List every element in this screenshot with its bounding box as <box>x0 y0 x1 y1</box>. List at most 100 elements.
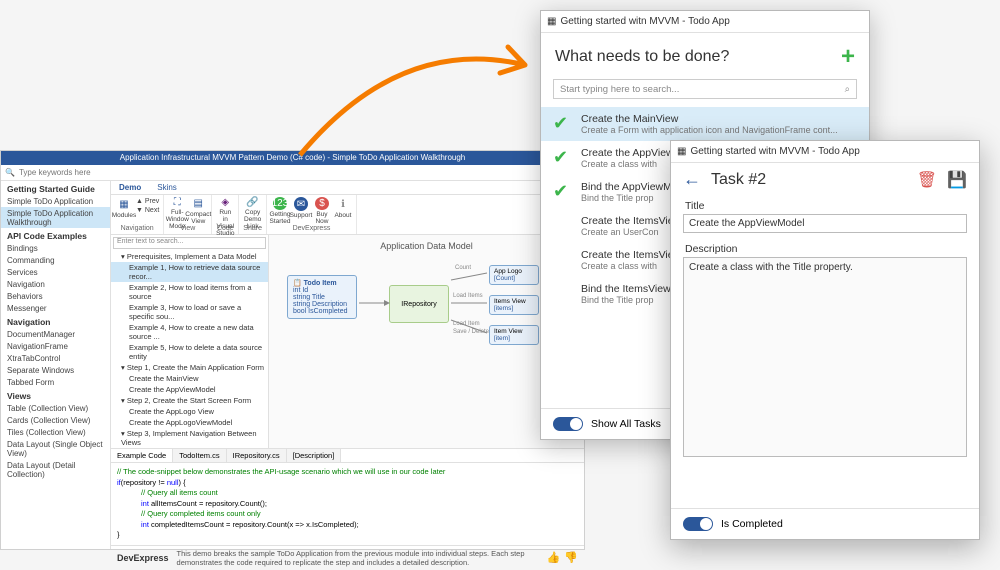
ribbon-tab-demo[interactable]: Demo <box>111 181 149 194</box>
sidebar-item[interactable]: XtraTabControl <box>1 352 110 364</box>
sidebar-item[interactable]: Separate Windows <box>1 364 110 376</box>
back-button[interactable]: ← <box>683 169 701 190</box>
delete-icon[interactable]: 🗑 <box>917 170 937 190</box>
thumbs-up-icon[interactable]: 👍 <box>547 551 561 564</box>
task-title: Bind the AppViewM <box>581 181 672 193</box>
completed-label: Is Completed <box>721 518 783 530</box>
sidebar-item[interactable]: Simple ToDo Application <box>1 195 110 207</box>
app-icon: ▦ <box>547 16 556 27</box>
sidebar-h4: Views <box>1 388 110 402</box>
tree-group[interactable]: ▾ Step 2, Create the Start Screen Form <box>111 395 268 406</box>
task-title: Create the AppView <box>581 147 674 159</box>
code-tabs: Example Code TodoItem.cs IRepository.cs … <box>111 448 584 463</box>
sidebar-h3: Navigation <box>1 314 110 328</box>
code-tab[interactable]: IRepository.cs <box>227 449 287 462</box>
tree-group[interactable]: ▾ Step 3, Implement Navigation Between V… <box>111 428 268 448</box>
code-editor[interactable]: // The code-snippet below demonstrates t… <box>111 463 584 545</box>
compact-button[interactable]: ▤Compact View <box>189 197 207 225</box>
tree-item[interactable]: Create the AppViewModel <box>111 384 268 395</box>
ribbon-group-label: Navigation <box>115 225 159 232</box>
task-desc: Create a class with <box>581 261 674 271</box>
tree-item[interactable]: Example 5, How to delete a data source e… <box>111 342 268 362</box>
task-row[interactable]: ✔ Create the MainView Create a Form with… <box>541 107 869 141</box>
support-button[interactable]: ✉Support <box>292 197 310 225</box>
edge-label: Load Items <box>453 293 483 299</box>
sidebar-item[interactable]: Tabbed Form <box>1 376 110 388</box>
ide-window: Application Infrastructural MVVM Pattern… <box>0 150 585 550</box>
tree-item[interactable]: Create the AppLogo View <box>111 406 268 417</box>
completed-toggle[interactable] <box>683 517 713 531</box>
check-icon: ✔ <box>553 147 573 168</box>
buy-button[interactable]: $Buy Now <box>313 197 331 225</box>
tree-search[interactable]: Enter text to search... <box>113 237 266 249</box>
todo2-footer: Is Completed <box>671 508 979 539</box>
sidebar-item[interactable]: Navigation <box>1 278 110 290</box>
ribbon-tab-skins[interactable]: Skins <box>149 181 185 194</box>
prev-button[interactable]: ▲ Prev <box>136 197 159 206</box>
save-icon[interactable]: 💾 <box>947 170 967 190</box>
sidebar-item[interactable]: Data Layout (Single Object View) <box>1 438 110 459</box>
tree-group[interactable]: ▾ Step 1, Create the Main Application Fo… <box>111 362 268 373</box>
task-title: Create the ItemsVie <box>581 249 674 261</box>
sidebar-item[interactable]: Commanding <box>1 254 110 266</box>
code-tab[interactable]: TodoItem.cs <box>173 449 226 462</box>
sidebar-item[interactable]: Bindings <box>1 242 110 254</box>
todo-search[interactable]: Start typing here to search... ⌕ <box>553 79 857 99</box>
about-button[interactable]: ℹAbout <box>334 197 352 225</box>
tree-item-selected[interactable]: Example 1, How to retrieve data source r… <box>111 262 268 282</box>
tree-item[interactable]: Example 3, How to load or save a specifi… <box>111 302 268 322</box>
sidebar-item[interactable]: Table (Collection View) <box>1 402 110 414</box>
sidebar-item[interactable]: Cards (Collection View) <box>1 414 110 426</box>
next-button[interactable]: ▼ Next <box>136 206 159 215</box>
task-desc: Create a Form with application icon and … <box>581 125 838 135</box>
sidebar-item[interactable]: NavigationFrame <box>1 340 110 352</box>
showall-label: Show All Tasks <box>591 418 661 430</box>
sidebar-item[interactable]: Messenger <box>1 302 110 314</box>
code-tab[interactable]: Example Code <box>111 449 173 462</box>
todo-heading: What needs to be done? <box>555 48 729 66</box>
example-tree: Enter text to search... ▾ Prerequisites,… <box>111 235 269 448</box>
task-detail-window: ▦ Getting started witn MVVM - Todo App ←… <box>670 140 980 540</box>
code-tab[interactable]: [Description] <box>287 449 342 462</box>
showall-toggle[interactable] <box>553 417 583 431</box>
fullwindow-button[interactable]: ⛶Full-Window Mode <box>168 197 186 225</box>
tree-item[interactable]: Create the AppLogoViewModel <box>111 417 268 428</box>
diagram-todo-box: 📋 Todo Item int Id string Title string D… <box>287 275 357 319</box>
tree-item[interactable]: Example 4, How to create a new data sour… <box>111 322 268 342</box>
sidebar-item[interactable]: Behaviors <box>1 290 110 302</box>
tree-group[interactable]: ▾ Prerequisites, Implement a Data Model <box>111 251 268 262</box>
diagram-items-box: Items View[items] <box>489 295 539 315</box>
sidebar-item[interactable]: DocumentManager <box>1 328 110 340</box>
search-icon: 🔍 <box>5 168 15 177</box>
ribbon-group-label: Code <box>216 225 234 232</box>
todo2-title: Getting started witn MVVM - Todo App <box>690 146 859 157</box>
sidebar-h1: Getting Started Guide <box>1 181 110 195</box>
title-input[interactable]: Create the AppViewModel <box>683 214 967 233</box>
edge-label: Count <box>455 265 471 271</box>
edge-label: Load Item <box>453 321 480 327</box>
task-title: Create the ItemsVie <box>581 215 674 227</box>
add-task-button[interactable]: + <box>841 43 855 71</box>
task-title: Create the MainView <box>581 113 838 125</box>
footer-text: This demo breaks the sample ToDo Applica… <box>177 549 539 567</box>
modules-button[interactable]: ▦Modules <box>115 197 133 225</box>
runvs-button[interactable]: ◈Run in Visual Studio <box>216 197 234 225</box>
getting-started-button[interactable]: 123Getting Started <box>271 197 289 225</box>
diagram-canvas: Application Data Model 📋 Todo Item int I… <box>269 235 584 448</box>
ide-search-input[interactable] <box>19 168 580 177</box>
ribbon-group-label: Share <box>243 225 262 232</box>
copylink-button[interactable]: 🔗Copy Demo Link <box>244 197 262 225</box>
todo2-titlebar: ▦ Getting started witn MVVM - Todo App <box>671 141 979 163</box>
thumbs-down-icon[interactable]: 👎 <box>564 551 578 564</box>
sidebar-item-selected[interactable]: Simple ToDo Application Walkthrough <box>1 207 110 228</box>
task-title: Bind the ItemsView <box>581 283 671 295</box>
sidebar-item[interactable]: Services <box>1 266 110 278</box>
check-icon: ✔ <box>553 181 573 202</box>
tree-item[interactable]: Create the MainView <box>111 373 268 384</box>
sidebar-item[interactable]: Tiles (Collection View) <box>1 426 110 438</box>
sidebar-item[interactable]: Data Layout (Detail Collection) <box>1 459 110 480</box>
desc-textarea[interactable]: Create a class with the Title property. <box>683 257 967 457</box>
app-icon: ▦ <box>677 146 686 157</box>
ide-searchbar: 🔍 <box>1 165 584 181</box>
tree-item[interactable]: Example 2, How to load items from a sour… <box>111 282 268 302</box>
